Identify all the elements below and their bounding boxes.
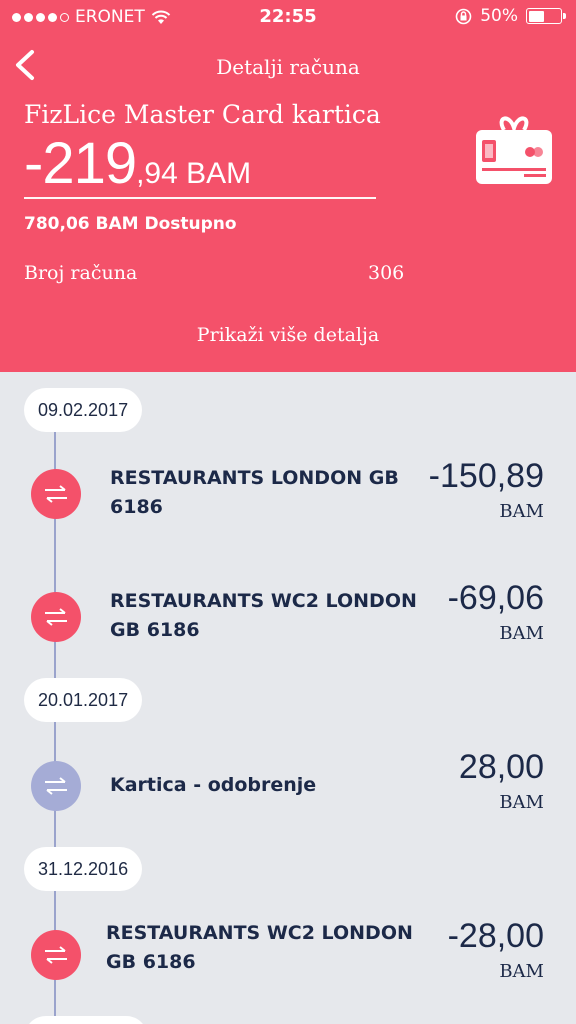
transaction-timeline: 09.02.2017 RESTAURANTS LONDON GB 6186 -1… (0, 372, 576, 1024)
transaction-title: RESTAURANTS WC2 LONDON GB 6186 (106, 922, 413, 973)
transfer-arrows-icon (31, 930, 81, 980)
transaction-title: Kartica - odobrenje (110, 774, 317, 796)
transaction-currency: BAM (499, 501, 544, 522)
transfer-arrows-icon (31, 592, 81, 642)
transaction-title: RESTAURANTS WC2 LONDON GB 6186 (110, 590, 417, 641)
transaction-amount: -28,00 (447, 917, 544, 955)
battery-percent: 50% (480, 6, 518, 26)
balance-decimal: ,94 BAM (136, 157, 252, 190)
transaction-title: RESTAURANTS LONDON GB 6186 (110, 467, 399, 518)
transaction-currency: BAM (499, 623, 544, 644)
account-header: ERONET 22:55 50% Detalji računa FizLice … (0, 0, 576, 372)
balance-integer: -219 (24, 131, 137, 196)
transfer-arrows-icon (31, 761, 81, 811)
page-title: Detalji računa (216, 55, 360, 79)
battery-icon (526, 8, 566, 24)
transaction-currency: BAM (499, 961, 544, 982)
transaction-amount: -69,06 (447, 579, 544, 617)
status-bar: ERONET 22:55 50% (0, 0, 576, 34)
transaction-amount: 28,00 (458, 748, 544, 786)
transaction-currency: BAM (499, 792, 544, 813)
date-label: 20.01.2017 (24, 678, 143, 722)
account-number-label: Broj računa (24, 262, 138, 284)
balance-underline (24, 197, 376, 199)
account-name: FizLice Master Card kartica (24, 100, 381, 129)
battery-info: 50% (455, 6, 566, 26)
transfer-arrows-icon (31, 469, 81, 519)
transaction-amount: -150,89 (428, 457, 544, 495)
gift-card-icon (476, 116, 552, 184)
available-balance: 780,06 BAM Dostupno (24, 214, 237, 234)
date-label: 09.02.2017 (24, 388, 143, 432)
account-balance: -219,94 BAM (24, 130, 251, 197)
date-label: 31.12.2016 (24, 847, 143, 891)
account-number-value: 306 (368, 262, 405, 284)
rotation-lock-icon (455, 8, 472, 24)
show-more-details-button[interactable]: Prikaži više detalja (0, 324, 576, 346)
date-label-partial (24, 1016, 148, 1024)
